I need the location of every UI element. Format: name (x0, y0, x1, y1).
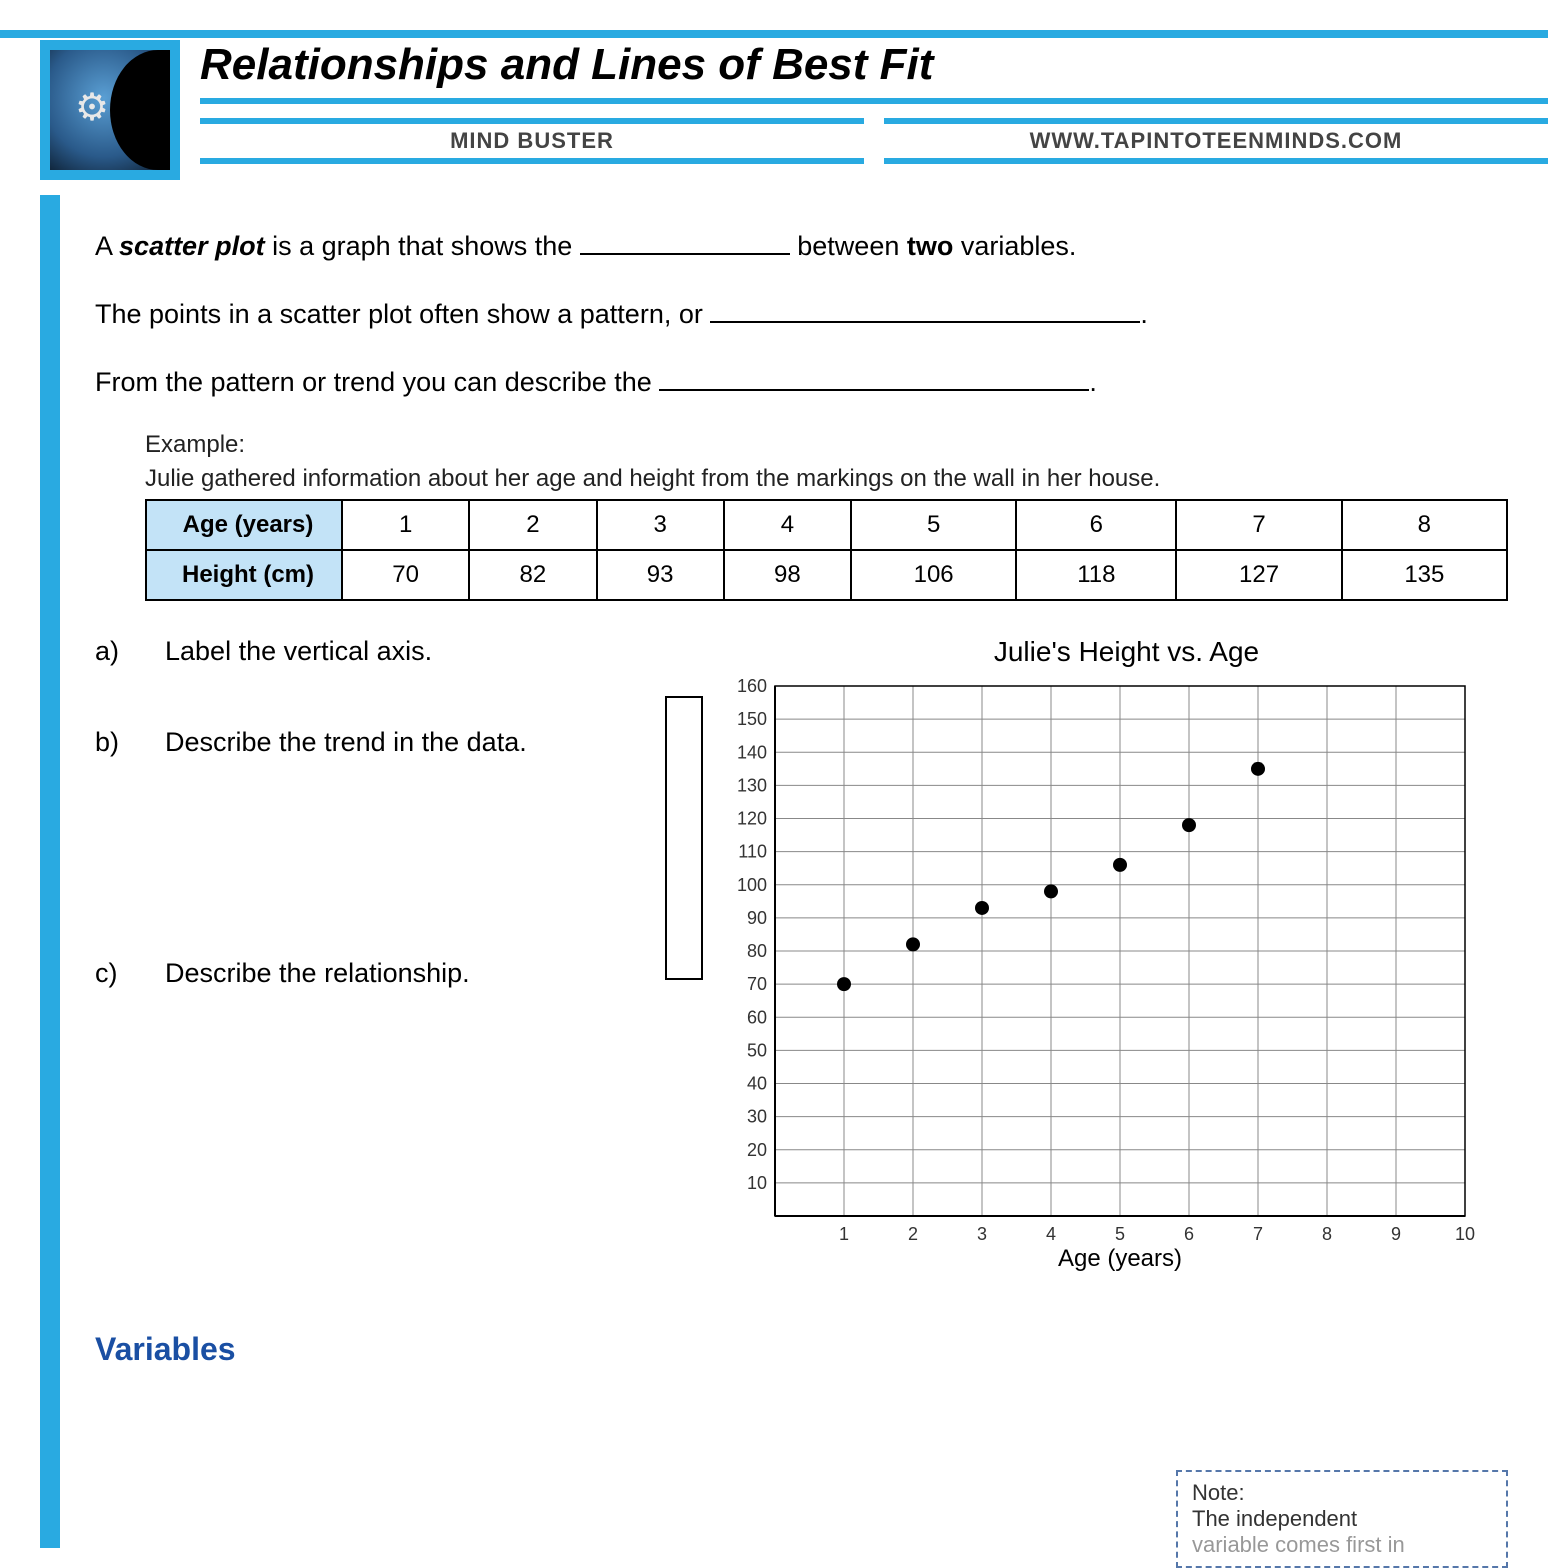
gear-icon: ⚙ (75, 85, 109, 130)
data-table: Age (years) 1 2 3 4 5 6 7 8 Height (cm) … (145, 499, 1508, 601)
svg-text:3: 3 (977, 1224, 987, 1244)
text: variables. (953, 231, 1076, 261)
cell: 93 (597, 550, 724, 600)
note-line-2: variable comes first in (1192, 1532, 1492, 1558)
note-line-1: The independent (1192, 1506, 1492, 1532)
svg-text:80: 80 (747, 941, 767, 961)
svg-text:4: 4 (1046, 1224, 1056, 1244)
svg-text:110: 110 (738, 842, 767, 862)
variables-heading: Variables (95, 1331, 1508, 1368)
cell: 135 (1342, 550, 1507, 600)
intro-line-2: The points in a scatter plot often show … (95, 296, 1508, 334)
example-label: Example: (145, 431, 1508, 459)
example-description: Julie gathered information about her age… (145, 465, 1508, 493)
sub-header-right: WWW.TAPINTOTEENMINDS.COM (884, 118, 1548, 164)
page-title: Relationships and Lines of Best Fit (200, 40, 1548, 104)
svg-text:90: 90 (747, 908, 767, 928)
top-accent-bar (0, 30, 1548, 38)
example-block: Example: Julie gathered information abou… (145, 431, 1508, 601)
text: . (1140, 299, 1148, 329)
text: A (95, 231, 119, 261)
cell: 2 (469, 500, 596, 550)
text: The points in a scatter plot often show … (95, 299, 710, 329)
text: between (790, 231, 907, 261)
svg-text:50: 50 (747, 1041, 767, 1061)
text: . (1089, 367, 1097, 397)
svg-text:9: 9 (1391, 1224, 1401, 1244)
question-b: b) Describe the trend in the data. (95, 727, 655, 758)
scatter-plot: 1 2 3 4 5 6 7 8 9 10 10 20 30 40 50 60 70 80 90 100 110 120 13… (705, 676, 1485, 1276)
svg-text:1: 1 (839, 1224, 849, 1244)
cell: 4 (724, 500, 851, 550)
questions-column: a) Label the vertical axis. b) Describe … (95, 636, 655, 1281)
note-box: Note: The independent variable comes fir… (1176, 1470, 1508, 1568)
cell: 1 (342, 500, 469, 550)
question-letter: b) (95, 727, 165, 758)
question-a: a) Label the vertical axis. (95, 636, 655, 667)
svg-text:160: 160 (737, 676, 767, 696)
question-c: c) Describe the relationship. (95, 958, 655, 989)
svg-text:120: 120 (737, 809, 767, 829)
content-area: A scatter plot is a graph that shows the… (95, 210, 1508, 1368)
cell: 6 (1016, 500, 1176, 550)
cell: 5 (851, 500, 1016, 550)
chart-title: Julie's Height vs. Age (745, 636, 1508, 668)
svg-text:20: 20 (747, 1140, 767, 1160)
cell: 82 (469, 550, 596, 600)
question-letter: c) (95, 958, 165, 989)
svg-text:7: 7 (1253, 1224, 1263, 1244)
logo-box: ⚙ (40, 40, 180, 180)
two-term: two (907, 231, 954, 261)
left-accent-strip (40, 195, 60, 1548)
cell: 3 (597, 500, 724, 550)
svg-text:30: 30 (747, 1107, 767, 1127)
cell: 118 (1016, 550, 1176, 600)
intro-line-3: From the pattern or trend you can descri… (95, 364, 1508, 402)
cell: 8 (1342, 500, 1507, 550)
question-text: Label the vertical axis. (165, 636, 432, 667)
lower-section: a) Label the vertical axis. b) Describe … (95, 636, 1508, 1281)
sub-header-left: MIND BUSTER (200, 118, 864, 164)
fill-blank-2[interactable] (710, 321, 1140, 323)
svg-text:60: 60 (747, 1008, 767, 1028)
logo-image: ⚙ (50, 50, 170, 170)
scatter-plot-term: scatter plot (119, 231, 265, 261)
svg-text:8: 8 (1322, 1224, 1332, 1244)
fill-blank-1[interactable] (580, 253, 790, 255)
cell: 70 (342, 550, 469, 600)
text: From the pattern or trend you can descri… (95, 367, 659, 397)
question-text: Describe the relationship. (165, 958, 470, 989)
table-row: Age (years) 1 2 3 4 5 6 7 8 (146, 500, 1507, 550)
cell: 7 (1176, 500, 1341, 550)
svg-text:2: 2 (908, 1224, 918, 1244)
text: is a graph that shows the (265, 231, 580, 261)
svg-text:5: 5 (1115, 1224, 1125, 1244)
sub-header-bar: MIND BUSTER WWW.TAPINTOTEENMINDS.COM (200, 118, 1548, 164)
svg-text:10: 10 (747, 1173, 767, 1193)
svg-text:130: 130 (737, 776, 767, 796)
intro-line-1: A scatter plot is a graph that shows the… (95, 228, 1508, 266)
table-row: Height (cm) 70 82 93 98 106 118 127 135 (146, 550, 1507, 600)
svg-text:40: 40 (747, 1074, 767, 1094)
svg-text:70: 70 (747, 975, 767, 995)
svg-text:10: 10 (1455, 1224, 1475, 1244)
cell: 106 (851, 550, 1016, 600)
svg-text:100: 100 (737, 875, 767, 895)
svg-text:Age (years): Age (years) (1058, 1245, 1182, 1272)
svg-text:140: 140 (737, 743, 767, 763)
question-text: Describe the trend in the data. (165, 727, 527, 758)
vertical-axis-label-box[interactable] (665, 696, 703, 980)
cell: 98 (724, 550, 851, 600)
note-title: Note: (1192, 1480, 1492, 1506)
chart-zone: Julie's Height vs. Age 1 2 3 4 5 6 7 8 9 10 10 20 30… (665, 636, 1508, 1281)
svg-text:150: 150 (737, 710, 767, 730)
row-header-height: Height (cm) (146, 550, 342, 600)
question-letter: a) (95, 636, 165, 667)
row-header-age: Age (years) (146, 500, 342, 550)
cell: 127 (1176, 550, 1341, 600)
svg-text:6: 6 (1184, 1224, 1194, 1244)
fill-blank-3[interactable] (659, 389, 1089, 391)
